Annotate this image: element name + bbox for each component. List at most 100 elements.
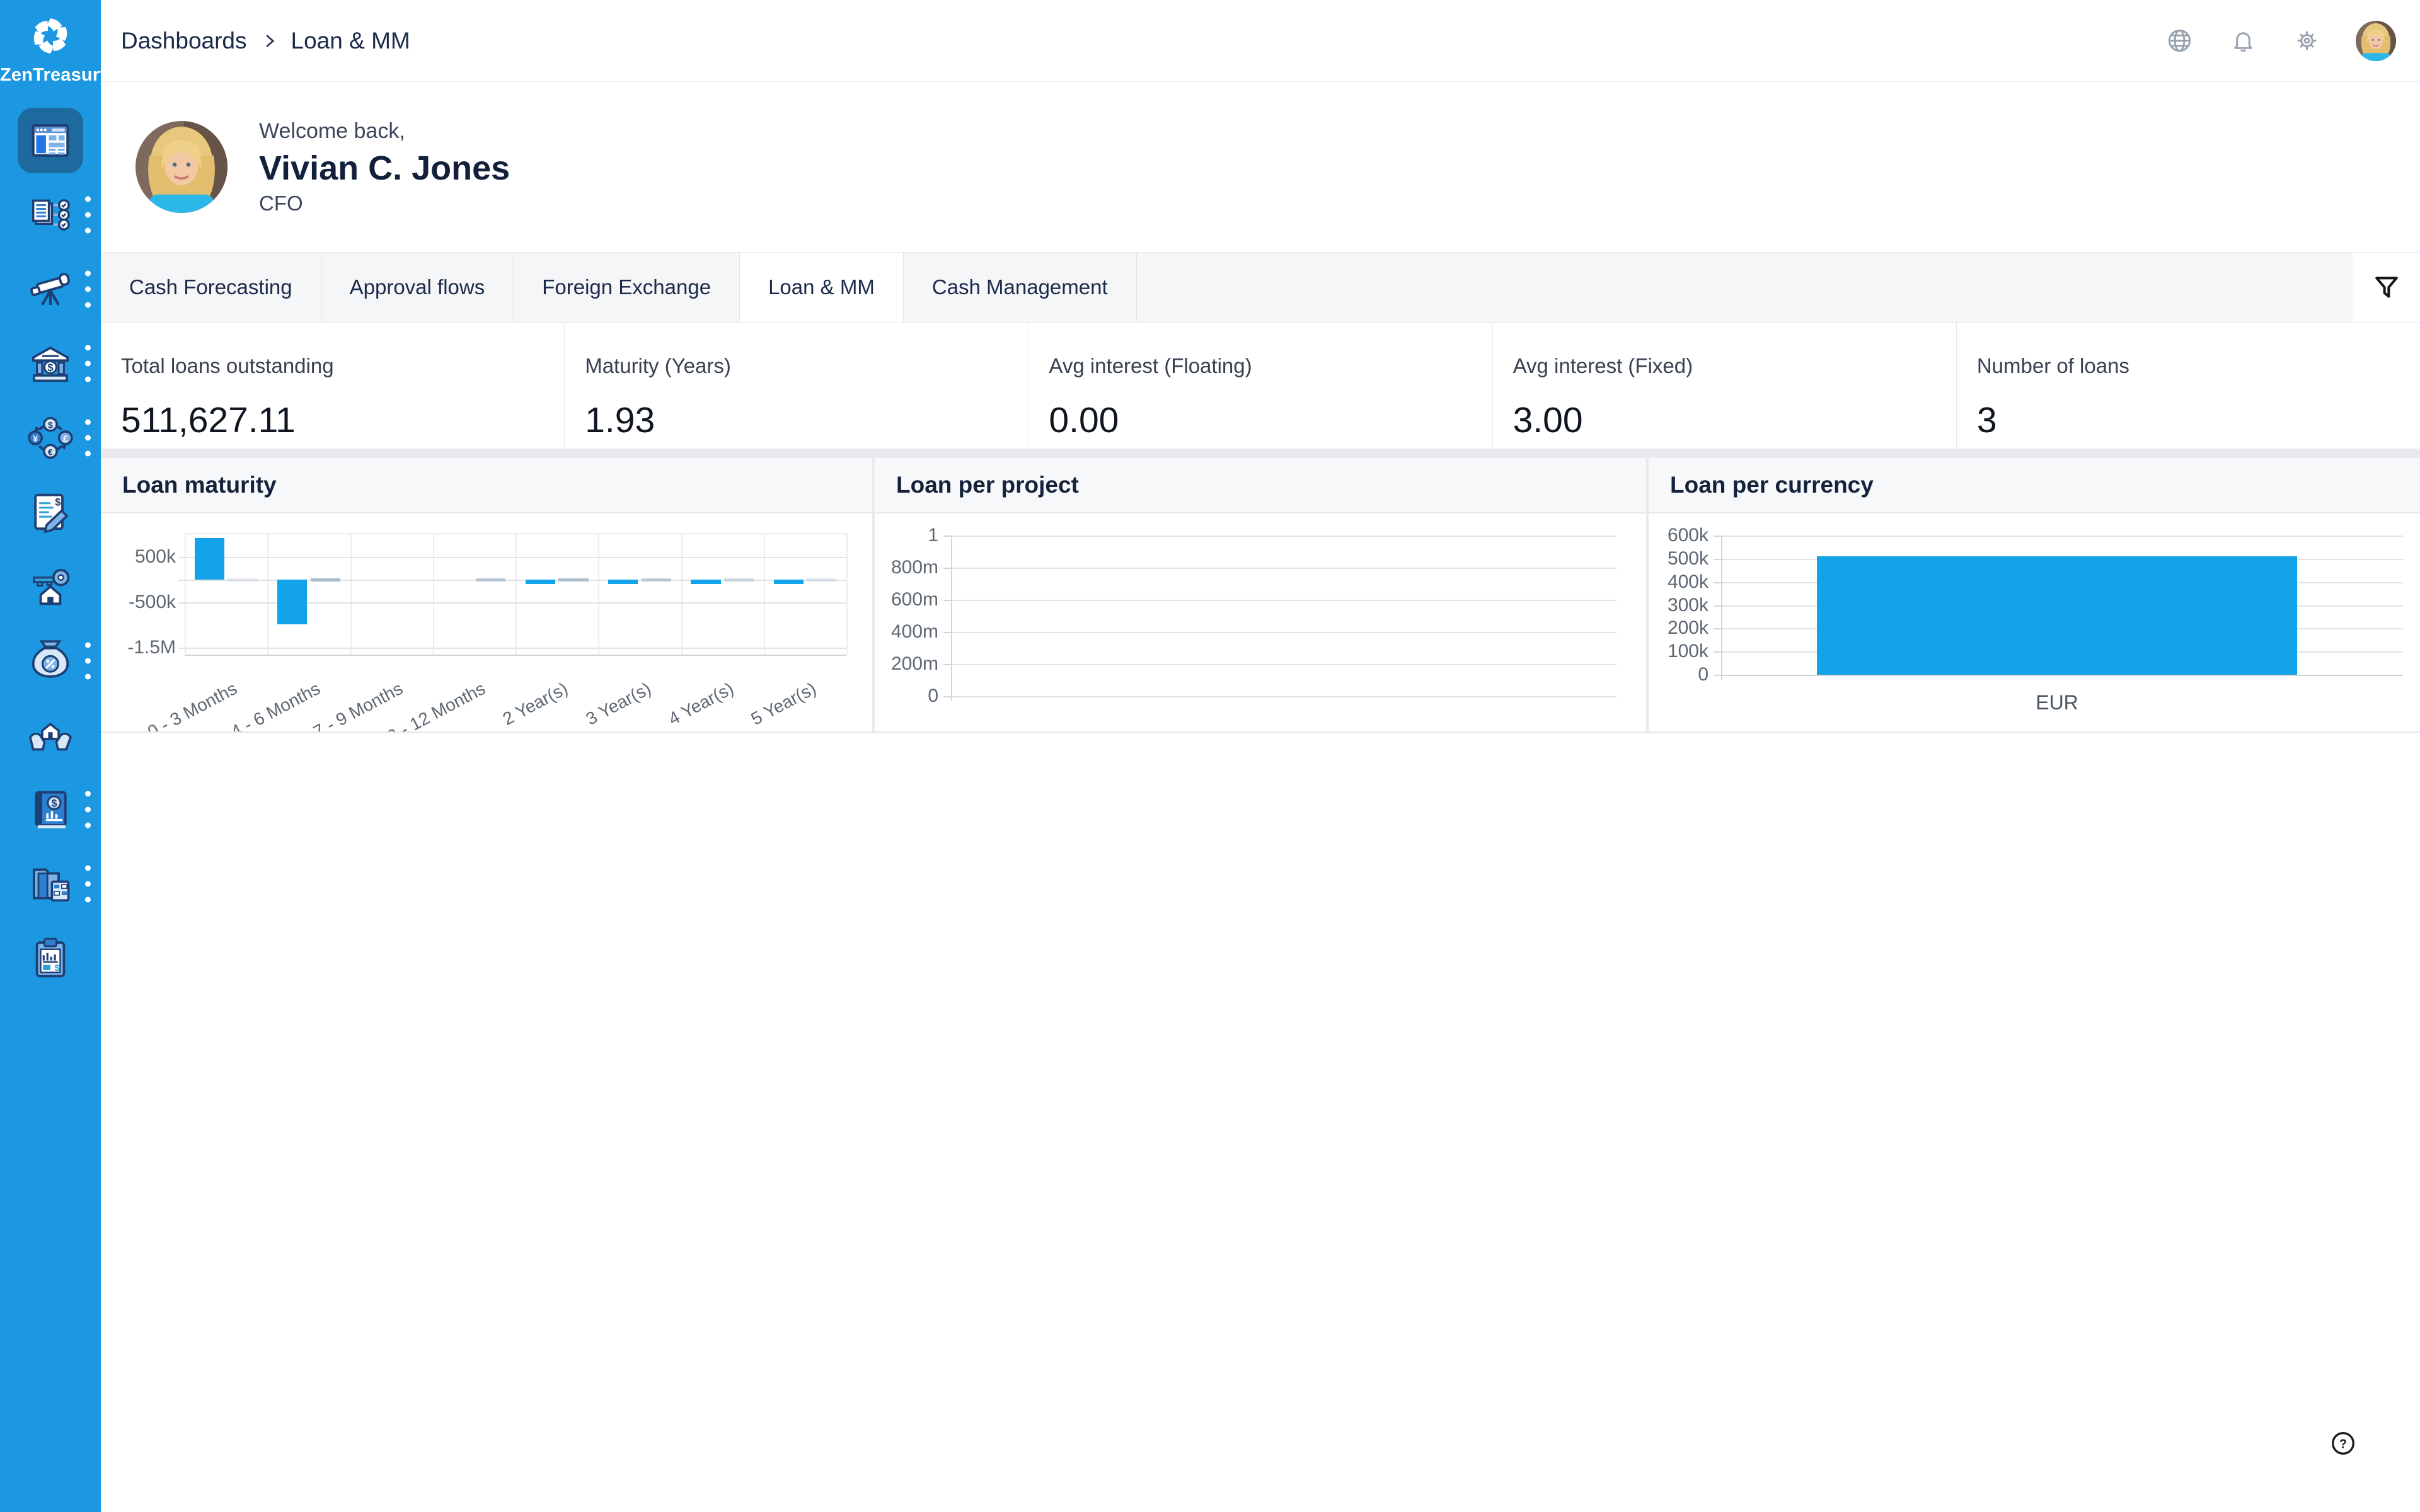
- maturity-bar: [691, 580, 721, 584]
- y-axis-tick-label: 1: [928, 525, 938, 546]
- x-axis-line: [185, 655, 846, 656]
- y-axis-tick-label: 300k: [1667, 594, 1708, 616]
- gear-icon[interactable]: [2292, 26, 2322, 55]
- kpi-value: 0.00: [1049, 400, 1119, 440]
- kebab-menu-icon[interactable]: [85, 270, 91, 308]
- tab-label: Approval flows: [349, 275, 485, 299]
- y-axis-tick-label: 0: [928, 685, 938, 706]
- tab-cash-forecasting[interactable]: Cash Forecasting: [101, 253, 321, 322]
- kebab-menu-icon[interactable]: [85, 791, 91, 828]
- y-axis-tick-label: 400m: [890, 621, 938, 642]
- sidebar-item-hands-house[interactable]: [0, 698, 101, 772]
- svg-text:$: $: [48, 421, 53, 431]
- sidebar-item-bank[interactable]: $: [0, 326, 101, 401]
- panel-header: Loan per project: [875, 458, 1646, 513]
- gridline: [178, 648, 846, 650]
- sidebar-item-contract-pen[interactable]: $: [0, 475, 101, 549]
- dashboard-window-icon: [18, 108, 83, 173]
- y-axis-line: [1721, 536, 1722, 680]
- maturity-zero-bar: [558, 578, 589, 581]
- sidebar-item-currency-circulation[interactable]: $ ¥ £ €: [0, 401, 101, 475]
- gridline: [267, 533, 269, 655]
- svg-text:$: $: [51, 797, 57, 809]
- sidebar-item-documents-approval[interactable]: [0, 178, 101, 252]
- folder-calculator-icon: [18, 851, 83, 917]
- svg-text:$: $: [55, 496, 60, 508]
- maturity-bar: [608, 580, 638, 584]
- kpi-card-1: Maturity (Years) 1.93: [564, 323, 1028, 449]
- kpi-value: 511,627.11: [121, 400, 296, 440]
- x-axis-category-label: 7 - 9 Months: [309, 678, 406, 731]
- sidebar-item-dashboard-window[interactable]: [0, 103, 101, 178]
- finance-book-icon: $: [18, 777, 83, 842]
- tab-cash-management[interactable]: Cash Management: [903, 253, 1137, 322]
- maturity-bar: [525, 580, 555, 584]
- breadcrumb-item[interactable]: Dashboards: [121, 28, 247, 54]
- panel-header: Loan maturity: [101, 458, 872, 513]
- loan-per-currency-chart: 600k 500k 400k 300k 200k 100k 0 EUR: [1649, 513, 2420, 731]
- kebab-menu-icon[interactable]: [85, 196, 91, 234]
- app-logo[interactable]: ZenTreasury: [0, 0, 110, 86]
- welcome-greeting: Welcome back,: [259, 118, 405, 143]
- kpi-label: Avg interest (Fixed): [1512, 354, 1693, 377]
- user-avatar[interactable]: [2356, 20, 2396, 61]
- maturity-bar: [773, 580, 804, 584]
- sidebar-item-clipboard-chart[interactable]: $: [0, 921, 101, 995]
- y-axis-tick: [943, 632, 951, 633]
- y-axis-tick-label: 500k: [134, 546, 176, 568]
- svg-text:€: €: [48, 447, 53, 457]
- svg-text:$: $: [47, 362, 53, 374]
- contract-pen-icon: $: [18, 479, 83, 545]
- welcome-section: Welcome back, Vivian C. Jones CFO: [101, 82, 2420, 252]
- x-axis-line: [1721, 675, 2403, 676]
- kebab-menu-icon[interactable]: [85, 345, 91, 382]
- x-axis-category-label: EUR: [2036, 691, 2078, 714]
- hands-house-icon: [18, 702, 83, 768]
- chevron-right-icon: [260, 32, 279, 50]
- gridline: [846, 533, 848, 655]
- topbar: Dashboards Loan & MM: [101, 0, 2420, 82]
- tab-label: Cash Management: [931, 275, 1108, 299]
- y-axis-tick: [1714, 558, 1721, 560]
- gridline: [516, 533, 517, 655]
- kebab-menu-icon[interactable]: [85, 419, 91, 457]
- globe-icon[interactable]: [2165, 26, 2194, 55]
- panel-header: Loan per currency: [1649, 458, 2420, 513]
- kebab-menu-icon[interactable]: [85, 642, 91, 680]
- y-axis-tick-label: 600m: [890, 589, 938, 610]
- row-divider: [101, 449, 2420, 458]
- panel-loan-per-project: Loan per project 1 800m 600m 400m 200m 0: [875, 458, 1646, 731]
- y-axis-tick: [1714, 628, 1721, 630]
- gridline: [681, 533, 683, 655]
- kpi-card-4: Number of loans 3: [1956, 323, 2420, 449]
- tab-foreign-exchange[interactable]: Foreign Exchange: [514, 253, 740, 322]
- sidebar-item-folder-calculator[interactable]: [0, 847, 101, 921]
- clipboard-chart-icon: $: [18, 925, 83, 991]
- sidebar-item-telescope[interactable]: [0, 252, 101, 326]
- gridline: [951, 536, 1616, 537]
- user-role: CFO: [259, 191, 303, 215]
- maturity-bar: [277, 580, 308, 624]
- sidebar-item-money-bag[interactable]: [0, 624, 101, 698]
- tab-loan-mm[interactable]: Loan & MM: [740, 253, 904, 322]
- kebab-menu-icon[interactable]: [85, 865, 91, 903]
- x-axis-category-label: 5 Year(s): [747, 678, 820, 729]
- sidebar-item-house-key[interactable]: [0, 549, 101, 624]
- maturity-bar: [194, 537, 224, 580]
- kpi-value: 3: [1976, 400, 1997, 440]
- svg-text:?: ?: [2339, 1437, 2347, 1451]
- maturity-zero-bar: [641, 578, 671, 581]
- tab-label: Cash Forecasting: [129, 275, 292, 299]
- tab-approval-flows[interactable]: Approval flows: [321, 253, 514, 322]
- kpi-row: Total loans outstanding 511,627.11 Maturit…: [101, 323, 2420, 449]
- help-button[interactable]: ?: [2330, 1430, 2356, 1457]
- bell-icon[interactable]: [2228, 26, 2258, 55]
- gridline: [951, 632, 1616, 633]
- gridline: [432, 533, 434, 655]
- sidebar-item-finance-book[interactable]: $: [0, 772, 101, 847]
- breadcrumb-item: Loan & MM: [291, 27, 410, 54]
- money-bag-icon: [18, 628, 83, 694]
- maturity-zero-bar: [310, 578, 340, 581]
- filter-button[interactable]: [2353, 253, 2420, 322]
- gridline: [1721, 536, 2403, 537]
